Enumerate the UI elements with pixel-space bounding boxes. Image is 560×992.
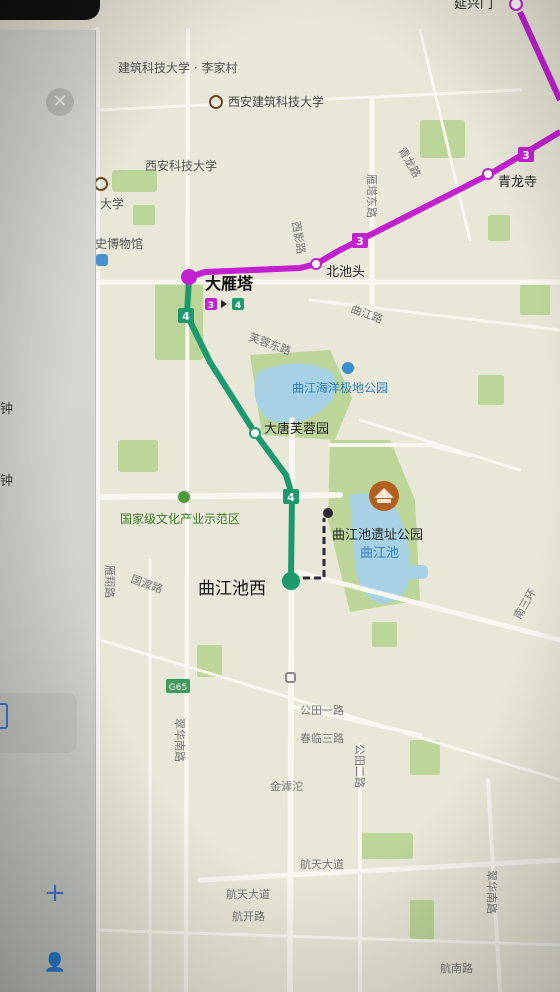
line-4-badge-south-text: 4 [287, 491, 295, 504]
side-panel: ✕ 钟 钟 + 👤 [0, 30, 96, 992]
label-furongyuan: 大唐芙蓉园 [264, 421, 329, 437]
road-label-hongnanlu: 翠华南路 [173, 718, 187, 762]
label-xajzkj-lijiacun: 建筑科技大学 · 李家村 [118, 60, 237, 75]
museum-icon [96, 254, 108, 266]
label-daxue: 大学 [100, 196, 124, 211]
label-qujiangchixi: 曲江池西 [198, 579, 266, 599]
side-text-minute-1: 钟 [0, 402, 14, 417]
station-yanxingmen[interactable] [509, 0, 523, 11]
label-culture-zone: 国家级文化产业示范区 [120, 511, 240, 526]
label-qujiangchi-park: 曲江池遗址公园 [332, 528, 423, 543]
label-ocean-park: 曲江海洋极地公园 [292, 380, 388, 395]
status-bar-notch [0, 0, 100, 20]
walk-destination-dot [323, 508, 333, 518]
subway-entrance-icon [178, 491, 190, 503]
road-label-chunlin3: 春临三路 [300, 731, 344, 745]
label-qujiangchi-water: 曲江池 [360, 546, 399, 561]
station-beichitou[interactable] [310, 258, 322, 270]
label-xakj: 西安科技大学 [145, 158, 217, 173]
station-qujiangchixi[interactable] [282, 572, 300, 590]
station-qinglongsi[interactable] [482, 168, 494, 180]
road-label-hangtian2: 航天大道 [226, 887, 270, 901]
station-furongyuan[interactable] [249, 427, 261, 439]
road-label-hangnan: 航南路 [440, 961, 473, 975]
station-dayanta[interactable] [181, 269, 197, 285]
road-label-gongtian1: 公田一路 [300, 704, 344, 717]
label-yanxingmen: 延兴门 [454, 0, 493, 12]
line-4-badge-north-text: 4 [182, 310, 190, 323]
close-icon[interactable]: ✕ [46, 88, 74, 116]
water-park-icon [342, 362, 354, 374]
label-dayanta: 大雁塔 [205, 274, 254, 293]
label-xajzkj: 西安建筑科技大学 [228, 94, 324, 109]
selection-marker [0, 703, 8, 729]
road-label-yanxiang: 雁翔路 [103, 565, 117, 598]
transfer-badge-3-text: 3 [208, 301, 214, 311]
line-3-badge-text: 3 [356, 235, 364, 248]
temple-pin-icon[interactable] [369, 481, 399, 511]
road-label-gongtian2: 公田二路 [353, 744, 366, 788]
plus-icon[interactable]: + [40, 878, 70, 908]
highway-shield-text: G65 [169, 683, 187, 693]
road-label-yanta-e: 雁塔东路 [365, 174, 378, 218]
road-label-hangtian: 航天大道 [300, 857, 344, 871]
side-text-minute-2: 钟 [0, 474, 14, 489]
road-label-jinhutuo: 金滹沱 [270, 779, 303, 793]
label-qinglongsi: 青龙寺 [498, 175, 537, 190]
label-bowuguan: 史博物馆 [95, 236, 143, 251]
road-label-cuihua: 翠华南路 [485, 870, 499, 914]
label-beichitou: 北池头 [326, 265, 365, 280]
road-label-hangkai: 航开路 [232, 909, 265, 923]
route-option-card[interactable] [0, 693, 77, 753]
person-icon[interactable]: 👤 [40, 948, 70, 978]
line-3-badge-east-text: 3 [522, 149, 530, 162]
transfer-badge-4-text: 4 [235, 301, 241, 311]
